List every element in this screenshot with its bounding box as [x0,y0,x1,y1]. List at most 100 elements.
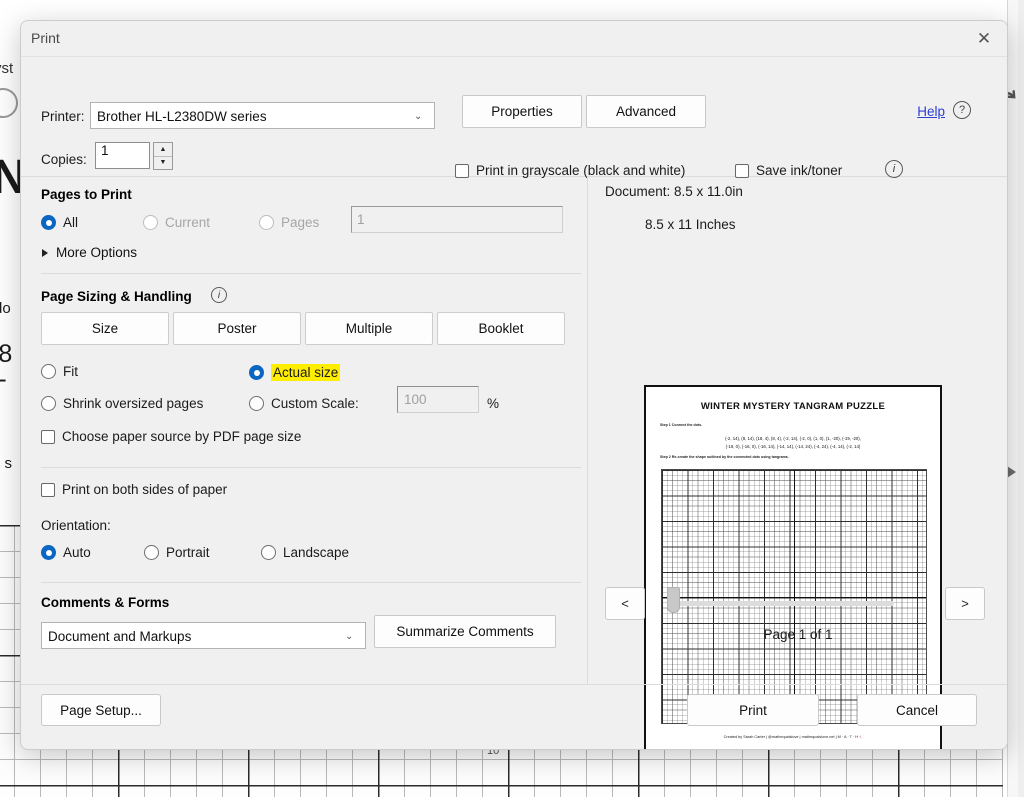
divider [41,467,581,468]
both-sides-label: Print on both sides of paper [62,482,228,497]
dialog-title: Print [31,30,60,46]
stepper-up-icon[interactable]: ▲ [154,143,172,157]
vertical-scrollbar[interactable] [1018,0,1024,797]
copies-stepper[interactable]: ▲ ▼ [153,142,173,170]
page-setup-button[interactable]: Page Setup... [41,694,161,726]
radio-auto-label: Auto [63,545,91,560]
radio-actual-size[interactable]: Actual size [249,364,341,381]
radio-current-label: Current [165,215,211,230]
chevron-down-icon[interactable]: ⌄ [414,111,422,122]
help-icon[interactable]: ? [953,101,971,119]
radio-pages-indicator[interactable] [259,215,274,230]
advanced-button[interactable]: Advanced [586,95,706,128]
document-size-label: Document: 8.5 x 11.0in [605,184,743,199]
grayscale-checkbox-row[interactable]: Print in grayscale (black and white) [455,163,685,178]
radio-orientation-portrait[interactable]: Portrait [144,545,210,560]
radio-fit-label: Fit [63,364,78,379]
close-icon[interactable]: ✕ [961,21,1007,57]
radio-shrink-indicator[interactable] [41,396,56,411]
preview-step2-text: Step 2 Re-create the shape outlined by t… [660,455,789,459]
radio-current[interactable]: Current [143,215,210,230]
percent-label: % [487,396,500,411]
preview-panel: Document: 8.5 x 11.0in 8.5 x 11 Inches W… [589,177,1007,749]
pages-to-print-title: Pages to Print [41,187,132,202]
radio-all-label: All [63,215,79,230]
dialog-titlebar: Print ✕ [21,21,1007,57]
chevron-right-icon [42,248,48,257]
tab-booklet[interactable]: Booklet [437,312,565,345]
next-page-button[interactable]: > [945,587,985,620]
radio-custom-scale[interactable]: Custom Scale: [249,396,359,411]
tab-multiple[interactable]: Multiple [305,312,433,345]
more-options-toggle[interactable]: More Options [42,245,137,260]
radio-custom-scale-indicator[interactable] [249,396,264,411]
radio-pages[interactable]: Pages [259,215,319,230]
dialog-body: Pages to Print All Current Pages 1 More … [21,177,1007,749]
save-ink-checkbox-row[interactable]: Save ink/toner [735,163,842,178]
both-sides-checkbox[interactable] [41,482,55,497]
printer-label: Printer: [41,109,85,124]
grayscale-label: Print in grayscale (black and white) [476,163,686,178]
page-slider-track[interactable] [669,601,894,606]
printer-select[interactable]: Brother HL-L2380DW series [90,102,435,129]
background-text-fragment: e s [0,455,13,472]
radio-landscape-indicator[interactable] [261,545,276,560]
page-sizing-info-icon[interactable]: i [211,287,227,303]
radio-all-indicator[interactable] [41,215,56,230]
stepper-down-icon[interactable]: ▼ [154,157,172,170]
previous-page-button[interactable]: < [605,587,645,620]
copies-input[interactable]: 1 [95,142,150,169]
comments-forms-title: Comments & Forms [41,595,170,610]
properties-button[interactable]: Properties [462,95,582,128]
tab-poster[interactable]: Poster [173,312,301,345]
preview-step1-text: Step 1 Connect the dots. [660,423,703,427]
radio-custom-scale-label: Custom Scale: [271,396,359,411]
summarize-comments-button[interactable]: Summarize Comments [374,615,556,648]
paper-source-checkbox-row[interactable]: Choose paper source by PDF page size [41,429,301,444]
tab-size[interactable]: Size [41,312,169,345]
info-icon[interactable]: i [885,160,903,178]
both-sides-checkbox-row[interactable]: Print on both sides of paper [41,482,227,497]
comments-forms-select[interactable]: Document and Markups [41,622,366,649]
help-link[interactable]: Help [917,104,945,119]
radio-fit-indicator[interactable] [41,364,56,379]
radio-actual-size-label: Actual size [271,364,341,381]
cancel-button[interactable]: Cancel [857,694,977,726]
custom-scale-input[interactable]: 100 [397,386,479,413]
background-circle-icon [0,88,18,118]
more-options-label: More Options [56,245,138,260]
radio-current-indicator[interactable] [143,215,158,230]
pages-range-input[interactable]: 1 [351,206,563,233]
print-button[interactable]: Print [687,694,819,726]
paper-size-label: 8.5 x 11 Inches [645,217,736,232]
radio-landscape-label: Landscape [283,545,350,560]
radio-all[interactable]: All [41,215,78,230]
preview-coordinates-line-2: (-19, 0), (-16, 0), (-16, 14), (-14, 14)… [725,444,861,449]
orientation-label: Orientation: [41,518,111,533]
page-slider-thumb[interactable] [667,587,680,613]
preview-coordinates-line-1: (-2, 14), (8, 14), (18, 4), (8, 4), (-2,… [725,436,861,441]
page-sizing-title: Page Sizing & Handling [41,289,192,304]
radio-orientation-landscape[interactable]: Landscape [261,545,349,560]
radio-actual-size-indicator[interactable] [249,365,264,380]
radio-shrink-oversized[interactable]: Shrink oversized pages [41,396,203,411]
background-text-fragment: do [0,300,11,317]
expand-panel-arrow-icon[interactable] [1007,466,1016,478]
preview-page-title: WINTER MYSTERY TANGRAM PUZZLE [700,401,886,412]
radio-auto-indicator[interactable] [41,545,56,560]
save-ink-checkbox[interactable] [735,163,749,178]
radio-shrink-label: Shrink oversized pages [63,396,204,411]
radio-portrait-label: Portrait [166,545,210,560]
chevron-down-icon[interactable]: ⌄ [345,631,353,642]
divider [41,582,581,583]
paper-source-checkbox[interactable] [41,429,55,444]
settings-panel: Pages to Print All Current Pages 1 More … [21,177,588,685]
page-indicator: Page 1 of 1 [763,627,833,642]
radio-fit[interactable]: Fit [41,364,78,379]
save-ink-label: Save ink/toner [756,163,843,178]
radio-pages-label: Pages [281,215,320,230]
radio-portrait-indicator[interactable] [144,545,159,560]
radio-orientation-auto[interactable]: Auto [41,545,91,560]
background-text-fragment: yst [0,60,14,77]
grayscale-checkbox[interactable] [455,163,469,178]
